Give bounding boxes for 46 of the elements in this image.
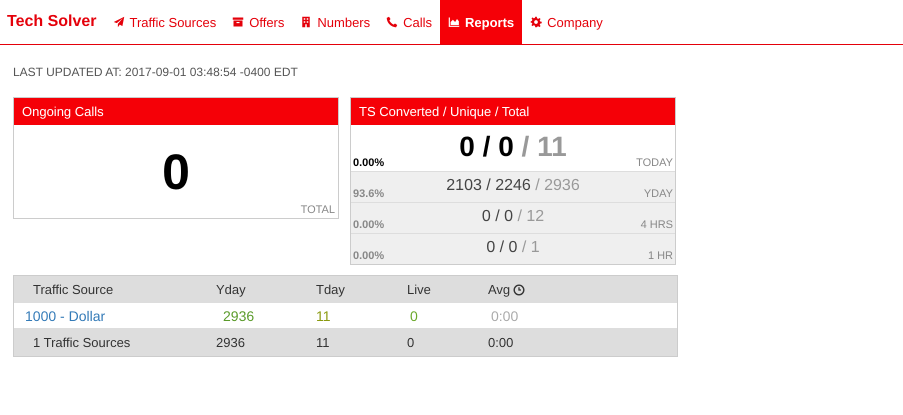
total-caption: TOTAL	[300, 204, 335, 216]
area-chart-icon	[448, 16, 460, 28]
column-header: Live	[407, 282, 432, 297]
panel-header: Ongoing Calls	[14, 98, 338, 125]
paper-plane-icon	[112, 16, 125, 28]
table-cell-text: 0:00	[488, 334, 514, 350]
period-caption: TODAY	[635, 157, 673, 169]
nav-tab[interactable]: Reports	[440, 0, 522, 44]
panel-header: TS Converted / Unique / Total	[351, 98, 675, 125]
phone-icon	[386, 16, 398, 28]
table-cell-text: 11	[316, 308, 332, 324]
count-text: 0 / 0 / 12	[482, 208, 544, 226]
building-icon	[300, 16, 312, 28]
last-updated-text: LAST UPDATED AT: 2017-09-01 03:48:54 -0400 EDT	[13, 65, 299, 79]
table-cell-text: 2936	[222, 308, 256, 324]
percent-text: 0.00%	[353, 250, 386, 262]
table-cell-text: 0:00	[490, 308, 520, 324]
percent-text: 0.00%	[353, 157, 386, 169]
nav-tab[interactable]: Traffic Sources	[104, 0, 224, 44]
traffic-source-link[interactable]: 1000 - Dollar	[14, 308, 216, 324]
gear-icon	[530, 16, 542, 28]
count-text: 0 / 0 / 11	[459, 131, 567, 163]
table-cell-text: 0	[409, 308, 419, 324]
brand-name[interactable]: Tech Solver	[7, 13, 97, 31]
table-cell-text: 2936	[216, 334, 246, 350]
column-header: Tday	[316, 282, 346, 297]
nav-tab[interactable]: Company	[522, 0, 611, 44]
period-caption: YDAY	[642, 188, 673, 200]
clock-icon	[513, 284, 526, 296]
table-cell-text: 11	[316, 334, 330, 350]
ongoing-count: 0	[162, 142, 190, 200]
percent-text: 93.6%	[353, 188, 386, 200]
column-header: Avg	[488, 282, 588, 297]
archive-icon	[232, 16, 244, 28]
percent-text: 0.00%	[353, 219, 386, 231]
table-cell-text: 1 Traffic Sources	[32, 334, 132, 350]
nav-tab[interactable]: Offers	[224, 0, 292, 44]
column-header: Yday	[216, 282, 247, 297]
nav-tab[interactable]: Numbers	[292, 0, 378, 44]
column-header: Traffic Source	[32, 282, 114, 297]
period-caption: 4 HRS	[640, 219, 673, 231]
table-cell-text: 0	[407, 334, 416, 350]
nav-tab[interactable]: Calls	[378, 0, 440, 44]
period-caption: 1 HR	[646, 250, 673, 262]
count-text: 2103 / 2246 / 2936	[446, 177, 580, 195]
count-text: 0 / 0 / 1	[486, 239, 540, 257]
